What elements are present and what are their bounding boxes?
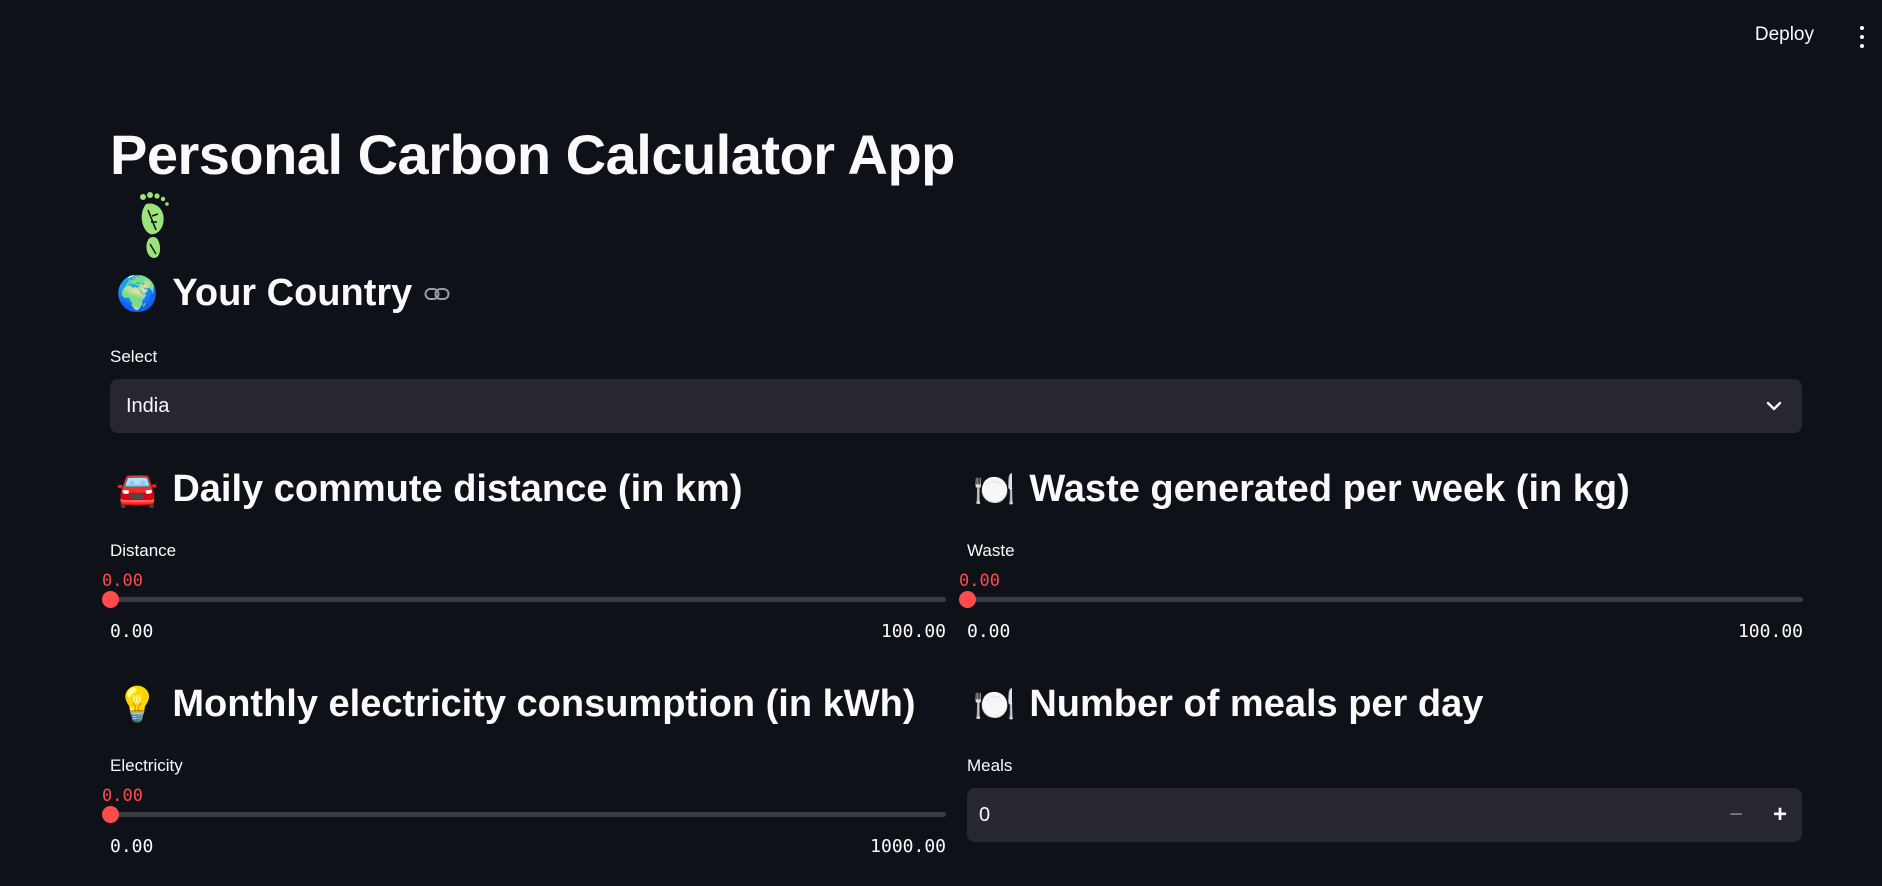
increment-button[interactable]: + [1758, 788, 1802, 842]
electricity-slider-label: Electricity [110, 756, 183, 775]
plate-icon: 🍽️ [973, 685, 1016, 724]
slider-max-label: 100.00 [1737, 621, 1803, 642]
country-select-value: India [126, 394, 170, 417]
green-footprint-icon [140, 192, 169, 258]
electricity-heading-text: Monthly electricity consumption (in kWh) [172, 683, 916, 725]
slider-min-label: 0.00 [967, 621, 1011, 642]
slider-min-label: 0.00 [110, 621, 154, 642]
slider-track[interactable] [110, 597, 946, 602]
meals-input[interactable] [967, 788, 1714, 842]
slider-current-value: 0.00 [102, 786, 143, 806]
waste-slider-label: Waste [967, 541, 1015, 560]
deploy-button[interactable]: Deploy [1755, 24, 1814, 46]
lightbulb-icon: 💡 [116, 685, 159, 724]
plate-icon: 🍽️ [973, 470, 1016, 509]
distance-slider[interactable]: 0.00 0.00 100.00 [102, 571, 946, 671]
country-select-label: Select [110, 347, 158, 366]
app-header: Deploy [0, 0, 1882, 72]
car-icon: 🚘 [116, 470, 159, 509]
waste-slider[interactable]: 0.00 0.00 100.00 [959, 571, 1803, 671]
distance-slider-label: Distance [110, 541, 177, 560]
slider-thumb[interactable] [102, 591, 119, 608]
country-select[interactable]: India [110, 379, 1802, 433]
waste-heading-text: Waste generated per week (in kg) [1029, 468, 1630, 510]
waste-heading: 🍽️ Waste generated per week (in kg) [973, 468, 1630, 511]
page-title: Personal Carbon Calculator App [110, 123, 955, 186]
country-heading: 🌍 Your Country [116, 272, 450, 315]
slider-thumb[interactable] [102, 806, 119, 823]
globe-icon: 🌍 [116, 274, 159, 313]
meals-number-input[interactable]: − + [967, 788, 1802, 842]
electricity-slider[interactable]: 0.00 0.00 1000.00 [102, 786, 946, 886]
slider-current-value: 0.00 [959, 571, 1000, 591]
slider-track[interactable] [967, 597, 1803, 602]
meals-heading: 🍽️ Number of meals per day [973, 683, 1483, 726]
slider-min-label: 0.00 [110, 836, 154, 857]
vertical-ellipsis-icon[interactable] [1854, 26, 1870, 48]
meals-input-label: Meals [967, 756, 1013, 775]
link-icon[interactable] [424, 286, 450, 302]
slider-max-label: 1000.00 [870, 836, 946, 857]
slider-track[interactable] [110, 812, 946, 817]
slider-current-value: 0.00 [102, 571, 143, 591]
slider-max-label: 100.00 [880, 621, 946, 642]
meals-heading-text: Number of meals per day [1029, 683, 1484, 725]
slider-thumb[interactable] [959, 591, 976, 608]
commute-heading-text: Daily commute distance (in km) [172, 468, 743, 510]
commute-heading: 🚘 Daily commute distance (in km) [116, 468, 743, 511]
country-heading-text: Your Country [172, 272, 413, 314]
chevron-down-icon [1766, 401, 1782, 411]
decrement-button[interactable]: − [1714, 788, 1758, 842]
electricity-heading: 💡 Monthly electricity consumption (in kW… [116, 683, 915, 726]
